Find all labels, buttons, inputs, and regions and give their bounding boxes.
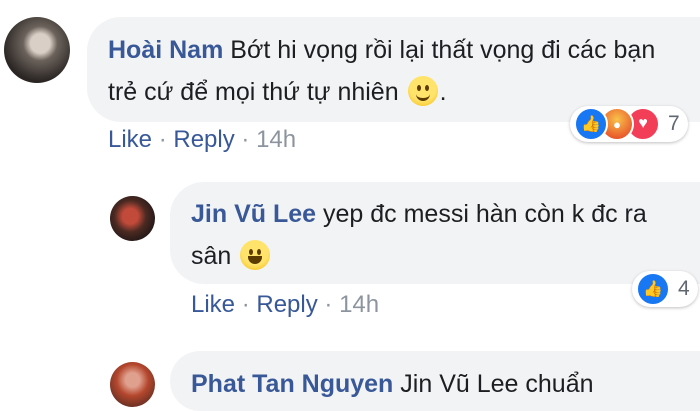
- reactions-summary[interactable]: 👍 4: [632, 271, 698, 307]
- comment-actions: Like · Reply · 14h: [108, 126, 296, 154]
- separator: ·: [158, 126, 167, 153]
- comment-text: Jin Vũ Lee yep đc messi hàn còn k đc ra …: [191, 193, 671, 277]
- avatar[interactable]: [4, 17, 70, 83]
- comment-body-end: .: [439, 78, 447, 106]
- comment-author[interactable]: Hoài Nam: [108, 36, 223, 64]
- reactions-summary[interactable]: 👍 ● ♥ 7: [570, 106, 688, 142]
- like-link[interactable]: Like: [108, 126, 152, 153]
- like-reaction-icon: 👍: [636, 272, 670, 306]
- comment-body: Jin Vũ Lee chuẩn: [400, 370, 594, 398]
- avatar[interactable]: [110, 362, 155, 407]
- comment-actions: Like · Reply · 14h: [191, 291, 379, 319]
- comment-author[interactable]: Phat Tan Nguyen: [191, 370, 393, 398]
- timestamp[interactable]: 14h: [339, 291, 379, 318]
- comment-text: Phat Tan Nguyen Jin Vũ Lee chuẩn: [191, 363, 691, 405]
- grinning-face-icon: [240, 240, 271, 270]
- comment-text: Hoài Nam Bớt hi vọng rồi lại thất vọng đ…: [108, 29, 668, 113]
- separator: ·: [241, 126, 250, 153]
- reply-link[interactable]: Reply: [256, 291, 317, 318]
- reaction-count: 4: [678, 277, 690, 300]
- separator: ·: [241, 291, 250, 318]
- avatar[interactable]: [110, 196, 155, 241]
- reaction-count: 7: [668, 112, 680, 135]
- like-reaction-icon: 👍: [574, 107, 608, 141]
- comment-author[interactable]: Jin Vũ Lee: [191, 200, 316, 228]
- like-link[interactable]: Like: [191, 291, 235, 318]
- slightly-smiling-face-icon: [407, 76, 438, 106]
- reply-link[interactable]: Reply: [173, 126, 234, 153]
- timestamp[interactable]: 14h: [256, 126, 296, 153]
- separator: ·: [324, 291, 333, 318]
